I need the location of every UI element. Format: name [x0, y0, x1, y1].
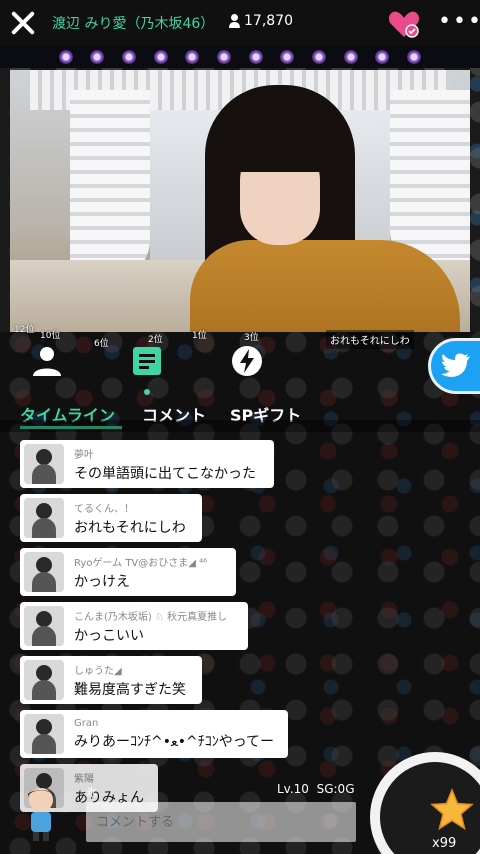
sp-gift-tab-icon[interactable] [230, 344, 264, 378]
close-icon[interactable] [8, 8, 38, 38]
stage-lights [0, 46, 480, 68]
rank-label: 6位 [94, 339, 109, 349]
comment-message: おれもそれにしわ [74, 519, 186, 536]
comment-card: Gran みりあーｺﾝﾁ^•ﻌ•^ﾁｺﾝやってー [20, 710, 288, 758]
commenter-name: こんま(乃木坂垢) ♘ 秋元真夏推し [74, 611, 228, 623]
comment-message: かっけえ [74, 573, 130, 590]
user-avatar[interactable] [22, 786, 60, 842]
comment-tab-icon[interactable] [130, 344, 164, 378]
level-value: Lv.10 [277, 782, 309, 796]
commenter-avatar[interactable] [24, 444, 64, 484]
commenter-avatar[interactable] [24, 660, 64, 700]
twitter-share-button[interactable] [428, 338, 480, 394]
person-icon [229, 14, 240, 28]
active-tab-dot [144, 389, 150, 395]
rank-label: 12位 [14, 325, 35, 335]
heart-icon [388, 11, 420, 38]
commenter-avatar[interactable] [24, 552, 64, 592]
follow-heart-button[interactable] [388, 9, 420, 39]
comment-card: Ryoゲーム TV@おひさま◢ ⁴⁶ かっけえ [20, 548, 236, 596]
commenter-name: しゅうた◢ [74, 665, 122, 677]
commenter-name: てるくん、！ [74, 503, 134, 515]
sg-value: SG:0G [316, 782, 355, 796]
user-name: 氷 [86, 786, 97, 799]
comment-card: こんま(乃木坂垢) ♘ 秋元真夏推しかっこいい [20, 602, 248, 650]
broadcaster-title: 渡辺 みり愛（乃木坂46） [52, 16, 215, 32]
commenter-avatar[interactable] [24, 714, 64, 754]
viewer-count-value: 17,870 [244, 13, 293, 29]
live-video[interactable] [10, 70, 470, 332]
comment-message: かっこいい [74, 627, 144, 644]
comment-message: 難易度高すぎた笑 [74, 681, 186, 698]
commenter-avatar[interactable] [24, 606, 64, 646]
user-level: Lv.10 SG:0G [277, 782, 355, 796]
commenter-name: Ryoゲーム TV@おひさま◢ ⁴⁶ [74, 557, 208, 569]
commenter-name: Gran [74, 717, 99, 729]
comment-input[interactable] [86, 802, 356, 842]
comment-card: 夢叶その単語頭に出てこなかった [20, 440, 274, 488]
comment-message: その単語頭に出てこなかった [74, 465, 256, 482]
viewer-count: 17,870 [229, 13, 293, 29]
comment-message: みりあーｺﾝﾁ^•ﻌ•^ﾁｺﾝやってー [74, 733, 275, 750]
comment-card: てるくん、！ おれもそれにしわ [20, 494, 202, 542]
rank-label: 3位 [244, 333, 259, 343]
header-bar: 渡辺 みり愛（乃木坂46） 17,870 ••• [0, 0, 480, 46]
rank-label: 10位 [40, 331, 61, 341]
more-options-icon[interactable]: ••• [438, 11, 480, 33]
commenter-name: 夢叶 [74, 449, 94, 461]
star-icon [430, 788, 474, 831]
star-count: x99 [432, 836, 457, 851]
timeline-tab-icon[interactable] [30, 344, 64, 378]
twitter-bird-icon [441, 353, 470, 377]
overlay-comment: おれもそれにしわ [326, 330, 414, 349]
comment-card: しゅうた◢ 難易度高すぎた笑 [20, 656, 202, 704]
rank-label: 1位 [192, 331, 207, 341]
commenter-avatar[interactable] [24, 498, 64, 538]
